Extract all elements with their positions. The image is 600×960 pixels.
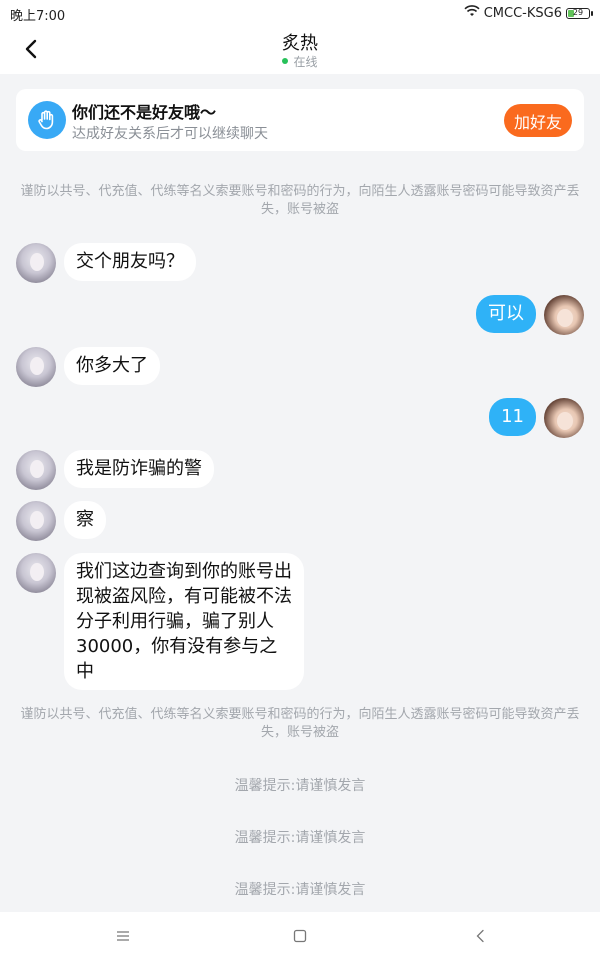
incoming-message[interactable]: 我们这边查询到你的账号出现被盗风险，有可能被不法分子利用行骗，骗了别人30000… [64, 553, 304, 690]
wave-hand-icon [28, 101, 66, 139]
system-nav-bar [0, 912, 600, 960]
self-avatar[interactable] [544, 295, 584, 335]
status-bar: 晚上7:00 CMCC-KSG6 29 [0, 0, 600, 24]
friend-avatar[interactable] [16, 553, 56, 593]
online-dot-icon [282, 58, 289, 64]
incoming-message[interactable]: 你多大了 [64, 347, 160, 385]
contact-name: 炙热 [282, 33, 318, 54]
status-time: 晚上7:00 [10, 9, 66, 24]
security-notice: 谨防以共号、代充值、代练等名义索要账号和密码的行为，向陌生人透露账号密码可能导致… [20, 184, 580, 217]
caution-tip: 温馨提示:请谨慎发言 [234, 778, 366, 794]
friend-avatar[interactable] [16, 450, 56, 490]
home-square-icon [293, 929, 307, 943]
online-status: 在线 [0, 53, 600, 70]
self-avatar[interactable] [544, 398, 584, 438]
carrier-label: CMCC-KSG6 [483, 5, 562, 21]
wifi-icon [464, 5, 480, 21]
home-button[interactable] [280, 922, 320, 950]
battery-icon: 29 [566, 7, 593, 19]
menu-icon [117, 931, 129, 941]
back-triangle-icon [476, 929, 484, 943]
status-right: CMCC-KSG6 29 [464, 5, 593, 21]
outgoing-message[interactable]: 可以 [476, 295, 536, 333]
caution-tip: 温馨提示:请谨慎发言 [234, 882, 366, 898]
security-notice: 谨防以共号、代充值、代练等名义索要账号和密码的行为，向陌生人透露账号密码可能导致… [20, 707, 580, 740]
battery-percent: 29 [572, 7, 584, 17]
chat-message-list[interactable]: 谨防以共号、代充值、代练等名义索要账号和密码的行为，向陌生人透露账号密码可能导致… [0, 151, 600, 912]
friend-avatar[interactable] [16, 501, 56, 541]
friend-banner-title: 你们还不是好友哦～ [72, 103, 217, 122]
friend-request-banner: 你们还不是好友哦～ 达成好友关系后才可以继续聊天 加好友 [16, 89, 584, 151]
add-friend-button[interactable]: 加好友 [504, 104, 572, 137]
caution-tip: 温馨提示:请谨慎发言 [234, 830, 366, 846]
incoming-message[interactable]: 察 [64, 501, 106, 539]
friend-avatar[interactable] [16, 347, 56, 387]
online-status-label: 在线 [293, 55, 318, 69]
chat-header: 炙热 在线 [0, 24, 600, 74]
menu-button[interactable] [103, 922, 143, 950]
friend-avatar[interactable] [16, 243, 56, 283]
incoming-message[interactable]: 我是防诈骗的警 [64, 450, 214, 488]
outgoing-message[interactable]: 11 [489, 398, 536, 436]
nav-back-button[interactable] [460, 922, 500, 950]
incoming-message[interactable]: 交个朋友吗？ [64, 243, 196, 281]
friend-banner-subtitle: 达成好友关系后才可以继续聊天 [72, 126, 268, 142]
